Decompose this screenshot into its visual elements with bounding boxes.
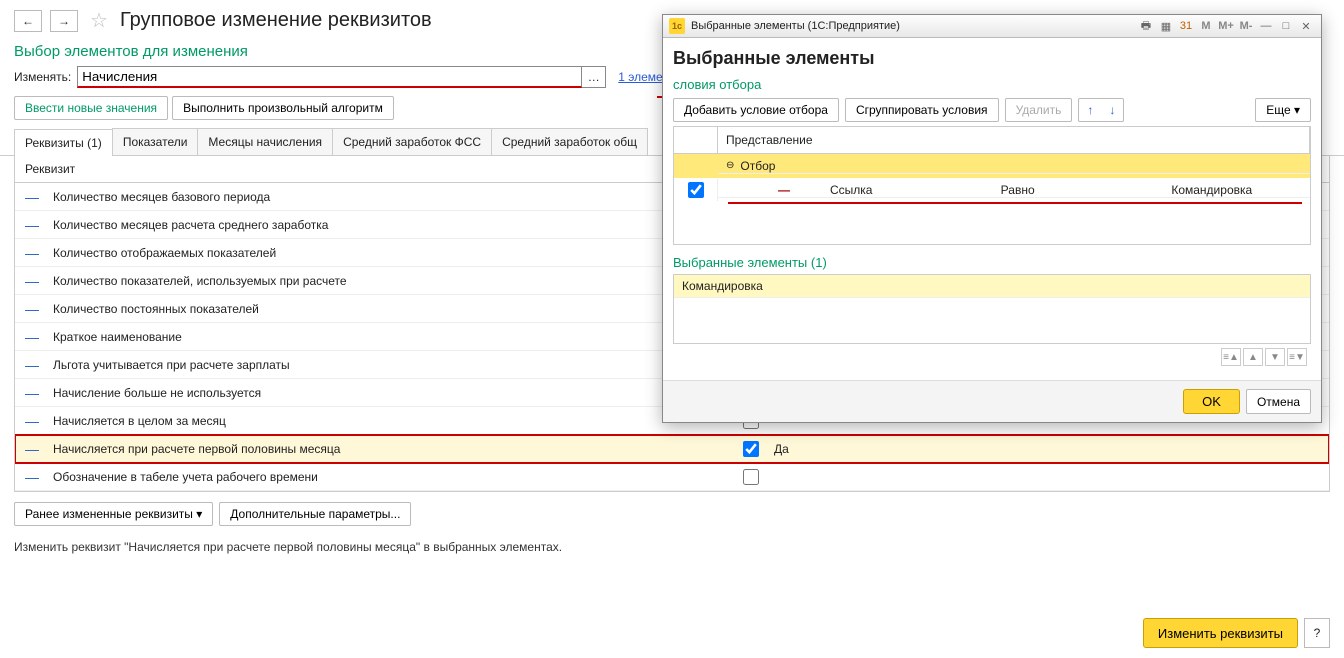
requisite-name: Краткое наименование	[53, 330, 693, 344]
dash-icon: —	[25, 273, 37, 289]
selected-items-list: Командировка	[673, 274, 1311, 344]
calendar-icon[interactable]: 31	[1177, 18, 1195, 34]
requisite-name: Количество показателей, используемых при…	[53, 274, 693, 288]
status-text: Изменить реквизит "Начисляется при расче…	[0, 536, 1344, 558]
previously-changed-button[interactable]: Ранее измененные реквизиты ▾	[14, 502, 213, 526]
nav-back-button[interactable]: ←	[14, 10, 42, 32]
table-row[interactable]: — Обозначение в табеле учета рабочего вр…	[15, 463, 1329, 491]
app-logo-icon: 1c	[669, 18, 685, 34]
move-down-button[interactable]: ↓	[1101, 99, 1123, 121]
list-last-button[interactable]: ≡▼	[1287, 348, 1307, 366]
additional-params-button[interactable]: Дополнительные параметры...	[219, 502, 411, 526]
row-value: Да	[774, 442, 789, 456]
selected-items-section-title: Выбранные элементы (1)	[673, 255, 1311, 270]
maximize-icon[interactable]: □	[1277, 18, 1295, 34]
row-checkbox[interactable]	[743, 469, 759, 485]
dash-icon: —	[25, 189, 37, 205]
condition-op: Равно	[1001, 183, 1132, 197]
print-icon[interactable]: 🖶	[1137, 18, 1155, 34]
group-conditions-button[interactable]: Сгруппировать условия	[845, 98, 999, 122]
m-plus-button[interactable]: M+	[1217, 18, 1235, 34]
delete-condition-button[interactable]: Удалить	[1005, 98, 1073, 122]
modal-window-title: Выбранные элементы (1С:Предприятие)	[691, 20, 900, 32]
selected-elements-dialog: 1c Выбранные элементы (1С:Предприятие) 🖶…	[662, 14, 1322, 423]
tab-requisites[interactable]: Реквизиты (1)	[14, 129, 113, 156]
page-title: Групповое изменение реквизитов	[120, 9, 432, 32]
dash-icon: —	[25, 413, 37, 429]
apply-changes-button[interactable]: Изменить реквизиты	[1143, 618, 1298, 648]
modal-cancel-button[interactable]: Отмена	[1246, 389, 1311, 414]
conditions-grid: Представление ⊖Отбор — Ссылка Равно Кома…	[673, 126, 1311, 245]
dash-icon: —	[25, 385, 37, 401]
dash-icon: —	[25, 301, 37, 317]
requisite-name: Обозначение в табеле учета рабочего врем…	[53, 470, 693, 484]
conditions-section-title: словия отбора	[673, 77, 1311, 92]
more-button[interactable]: Еще ▾	[1255, 98, 1311, 122]
close-icon[interactable]: ✕	[1297, 18, 1315, 34]
dash-icon: —	[25, 469, 37, 485]
m-minus-button[interactable]: M-	[1237, 18, 1255, 34]
table-row[interactable]: — Начисляется при расчете первой половин…	[15, 435, 1329, 463]
filter-condition-row[interactable]: — Ссылка Равно Командировка	[674, 178, 1310, 202]
filter-root-row[interactable]: ⊖Отбор	[674, 154, 1310, 178]
minus-icon: —	[778, 183, 790, 197]
col-representation: Представление	[718, 127, 1310, 153]
condition-value: Командировка	[1171, 183, 1302, 197]
condition-field: Ссылка	[830, 183, 961, 197]
list-first-button[interactable]: ≡▲	[1221, 348, 1241, 366]
calc-icon[interactable]: ▦	[1157, 18, 1175, 34]
requisite-name: Количество месяцев расчета среднего зара…	[53, 218, 693, 232]
requisite-name: Количество постоянных показателей	[53, 302, 693, 316]
modal-ok-button[interactable]: OK	[1183, 389, 1240, 414]
modal-heading: Выбранные элементы	[673, 48, 1311, 69]
move-buttons: ↑ ↓	[1078, 98, 1124, 122]
dash-icon: —	[25, 441, 37, 457]
minimize-icon[interactable]: —	[1257, 18, 1275, 34]
condition-checkbox[interactable]	[688, 182, 704, 198]
move-up-button[interactable]: ↑	[1079, 99, 1101, 121]
dash-icon: —	[25, 357, 37, 373]
change-input[interactable]	[77, 66, 582, 88]
requisite-name: Количество отображаемых показателей	[53, 246, 693, 260]
tab-avg-fss[interactable]: Средний заработок ФСС	[332, 128, 492, 155]
requisite-name: Начисление больше не используется	[53, 386, 693, 400]
favorite-star-icon[interactable]: ☆	[90, 8, 108, 33]
dash-icon: —	[25, 217, 37, 233]
dash-icon: —	[25, 245, 37, 261]
requisite-name: Льгота учитывается при расчете зарплаты	[53, 358, 693, 372]
run-algorithm-button[interactable]: Выполнить произвольный алгоритм	[172, 96, 394, 120]
help-button[interactable]: ?	[1304, 618, 1330, 648]
selected-item-row[interactable]: Командировка	[674, 275, 1310, 298]
tab-indicators[interactable]: Показатели	[112, 128, 199, 155]
row-checkbox[interactable]	[743, 441, 759, 457]
requisite-name: Начисляется при расчете первой половины …	[53, 442, 693, 456]
change-label: Изменять:	[14, 70, 71, 84]
requisite-name: Количество месяцев базового периода	[53, 190, 693, 204]
add-condition-button[interactable]: Добавить условие отбора	[673, 98, 839, 122]
nav-forward-button[interactable]: →	[50, 10, 78, 32]
m-button[interactable]: M	[1197, 18, 1215, 34]
requisite-name: Начисляется в целом за месяц	[53, 414, 693, 428]
tab-months[interactable]: Месяцы начисления	[197, 128, 333, 155]
list-down-button[interactable]: ▼	[1265, 348, 1285, 366]
change-picker-button[interactable]: …	[582, 66, 606, 88]
tab-avg-general[interactable]: Средний заработок общ	[491, 128, 648, 155]
enter-new-values-button[interactable]: Ввести новые значения	[14, 96, 168, 120]
dash-icon: —	[25, 329, 37, 345]
list-up-button[interactable]: ▲	[1243, 348, 1263, 366]
